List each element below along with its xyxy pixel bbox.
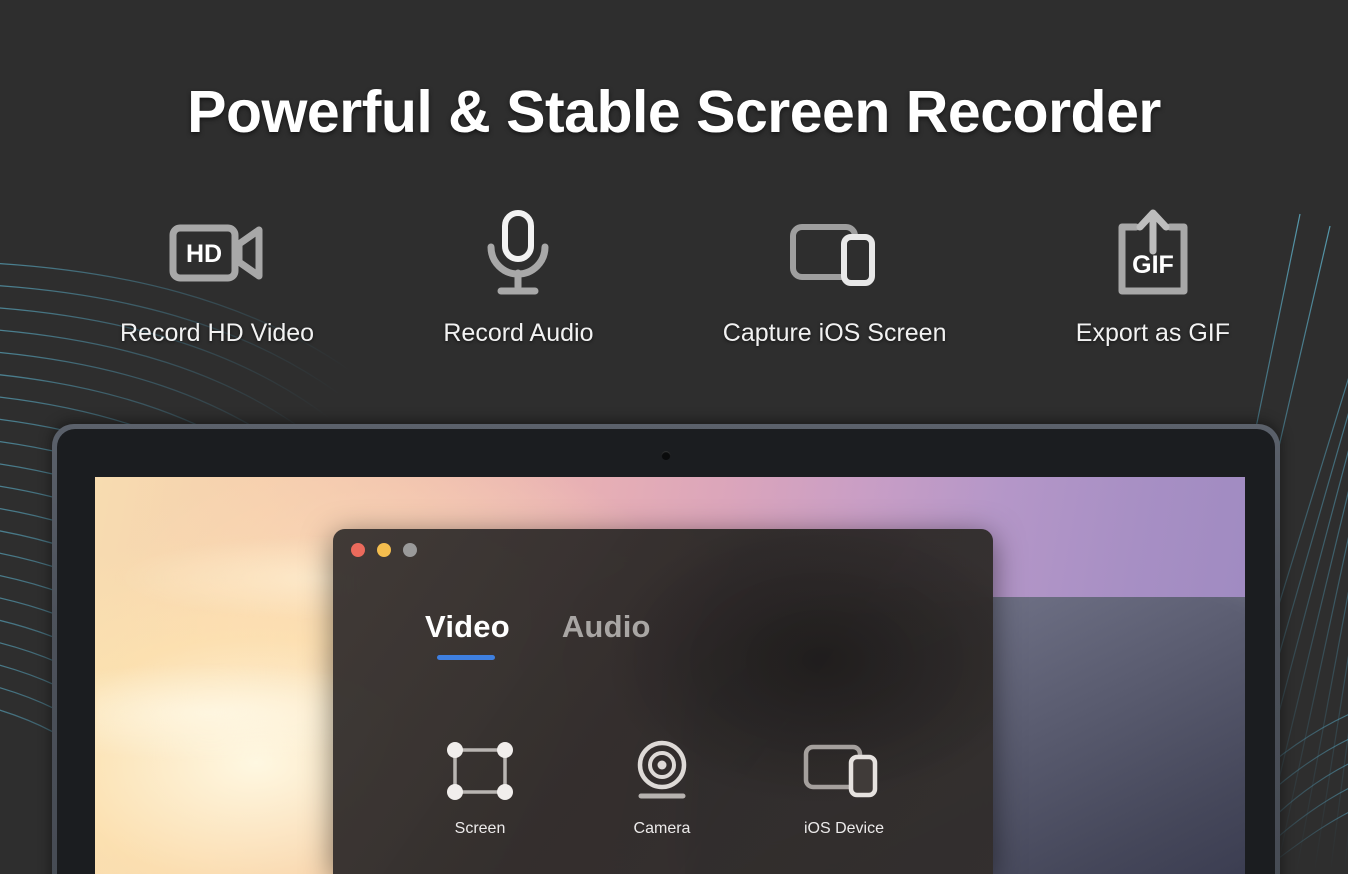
page-title: Powerful & Stable Screen Recorder: [187, 79, 1161, 145]
zoom-button-icon[interactable]: [403, 543, 417, 557]
hd-video-camera-icon: HD: [169, 205, 265, 301]
feature-item-export-as-gif: GIF Export as GIF: [1076, 205, 1230, 348]
feature-label: Capture iOS Screen: [722, 319, 947, 347]
minimize-button-icon[interactable]: [377, 543, 391, 557]
source-option-camera[interactable]: Camera: [571, 736, 753, 838]
tab-label: Video: [425, 609, 510, 644]
tablet-phone-icon: [803, 736, 885, 806]
window-traffic-lights: [351, 543, 417, 557]
feature-list: HD Record HD Video Record Audio Capture …: [120, 205, 1230, 348]
feature-label: Export as GIF: [1075, 319, 1230, 347]
tab-active-indicator: [437, 655, 495, 660]
microphone-icon: [478, 205, 558, 301]
gif-badge-text: GIF: [1132, 251, 1174, 279]
feature-item-capture-ios-screen: Capture iOS Screen: [722, 205, 947, 348]
feature-item-record-hd-video: HD Record HD Video: [120, 205, 314, 348]
source-label: iOS Device: [803, 820, 885, 837]
screen-recorder-app-window[interactable]: Video Audio Screen Camera iOS Device: [333, 529, 993, 874]
tab-label: Audio: [561, 609, 651, 644]
feature-label: Record HD Video: [120, 319, 315, 347]
feature-label: Record Audio: [443, 319, 594, 347]
tablet-phone-icon: [789, 205, 881, 301]
recording-source-list: Screen Camera iOS Device: [389, 736, 937, 838]
webcam-dot-icon: [661, 451, 671, 460]
crop-region-icon: [442, 736, 518, 806]
source-option-ios-device[interactable]: iOS Device: [753, 736, 935, 838]
close-button-icon[interactable]: [351, 543, 365, 557]
app-tab-bar: Video Audio: [425, 609, 651, 660]
hd-badge-text: HD: [186, 240, 222, 268]
source-label: Screen: [454, 820, 506, 837]
promo-banner: Powerful & Stable Screen Recorder HD Rec…: [0, 0, 1348, 874]
webcam-icon: [627, 736, 697, 806]
feature-item-record-audio: Record Audio: [443, 205, 593, 348]
source-option-screen[interactable]: Screen: [389, 736, 571, 838]
tab-audio[interactable]: Audio: [562, 611, 651, 642]
gif-export-icon: GIF: [1110, 205, 1196, 301]
source-label: Camera: [633, 820, 691, 837]
tab-video[interactable]: Video: [425, 609, 510, 660]
